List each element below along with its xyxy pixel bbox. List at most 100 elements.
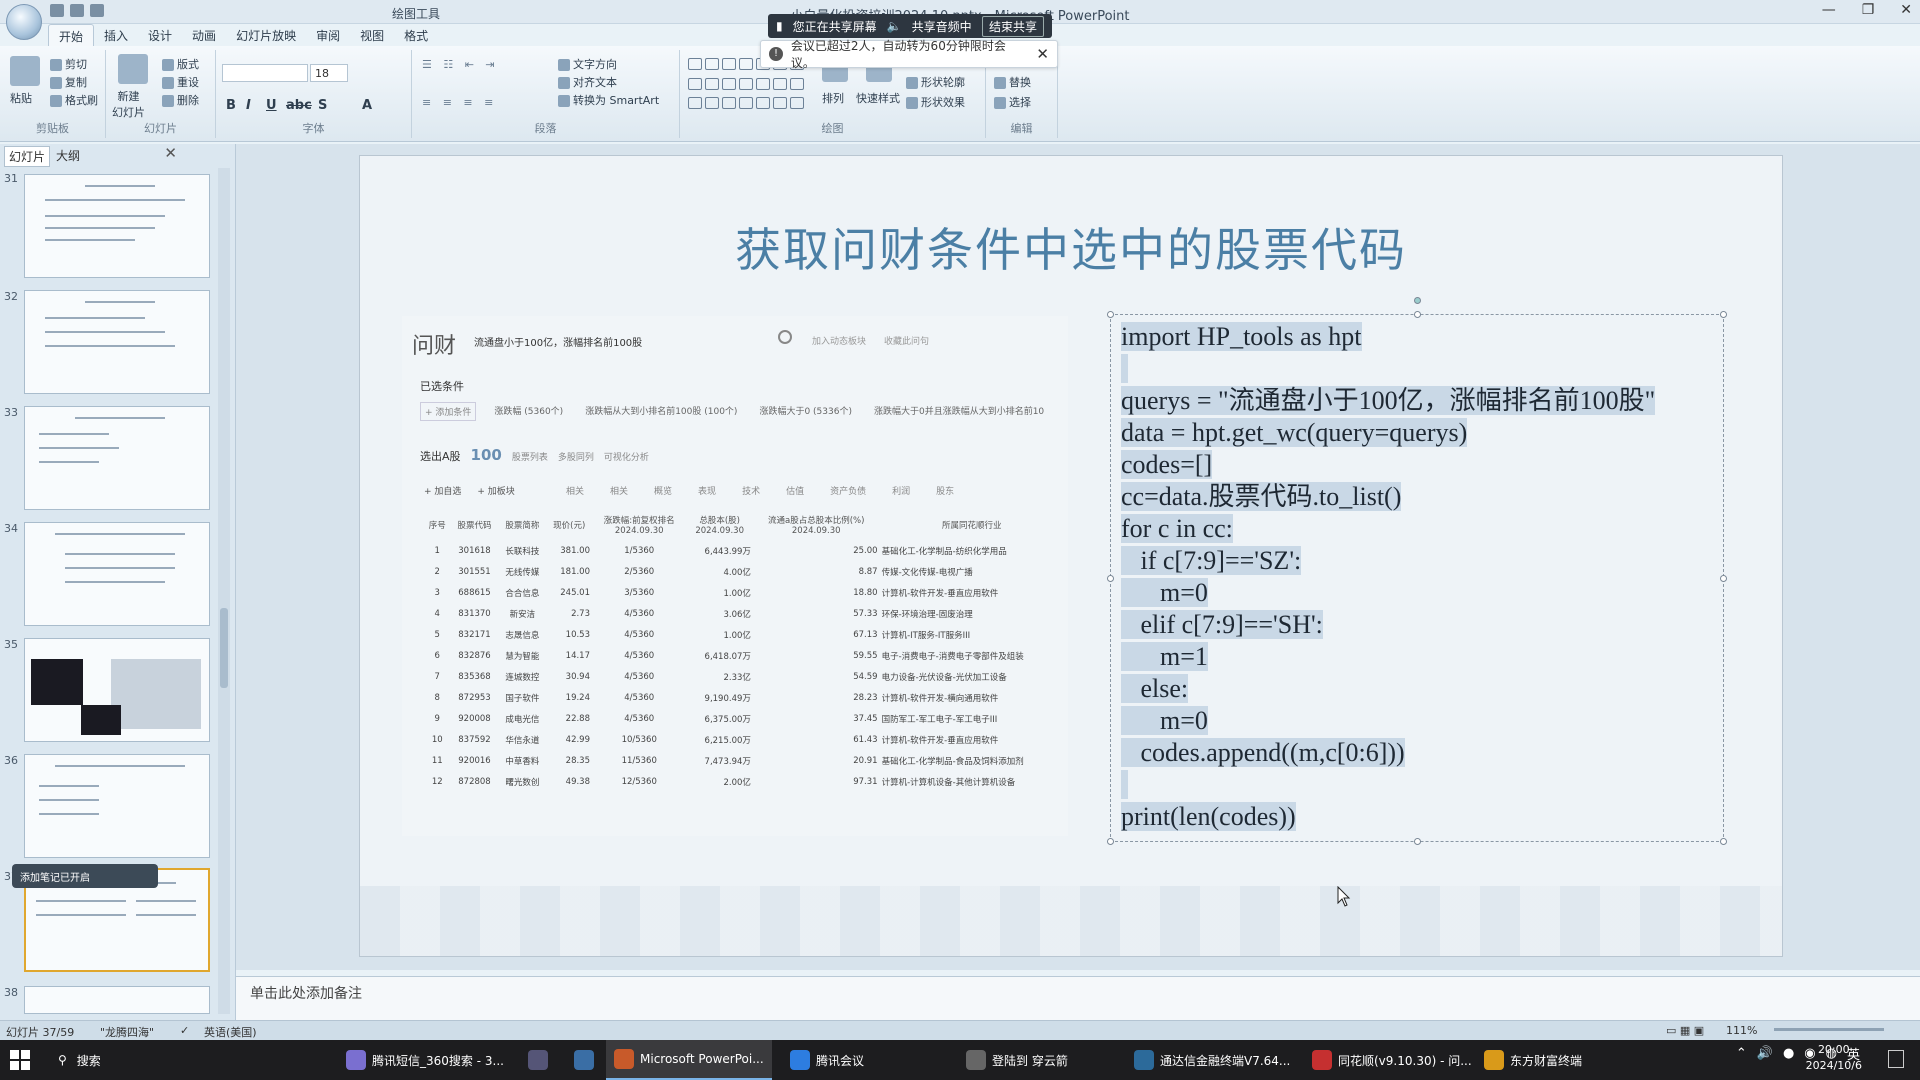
- slide-thumbnail-35[interactable]: [24, 638, 210, 742]
- language-indicator[interactable]: 英语(美国): [204, 1024, 257, 1040]
- screen-share-banner: ▮ 您正在共享屏幕 🔈 共享音频中 结束共享: [768, 14, 1052, 38]
- taskbar-item[interactable]: 东方财富终端: [1476, 1040, 1590, 1080]
- resize-handle[interactable]: [1107, 575, 1114, 582]
- slide-thumbnail-38[interactable]: [24, 986, 210, 1014]
- shape-outline-button[interactable]: 形状轮廓: [906, 74, 965, 90]
- code-line: if c[7:9]=='SZ':: [1121, 545, 1655, 577]
- copy-button[interactable]: 复制: [50, 74, 87, 90]
- strikethrough-button[interactable]: abc: [286, 98, 312, 113]
- format-painter-button[interactable]: 格式刷: [50, 92, 98, 108]
- font-size-field[interactable]: 18: [310, 64, 348, 82]
- slide-thumbnail-34[interactable]: [24, 522, 210, 626]
- taskbar-item[interactable]: 登陆到 穿云箭: [958, 1040, 1076, 1080]
- wencai-link: 收藏此问句: [884, 337, 930, 347]
- close-button[interactable]: ✕: [1900, 2, 1912, 18]
- end-share-button[interactable]: 结束共享: [981, 15, 1044, 37]
- tab-insert[interactable]: 插入: [94, 24, 138, 46]
- resize-handle[interactable]: [1720, 575, 1727, 582]
- text-direction-button[interactable]: 文字方向: [558, 56, 617, 72]
- tab-view[interactable]: 视图: [350, 24, 394, 46]
- font-name-field[interactable]: [222, 64, 308, 82]
- paste-icon[interactable]: [10, 56, 40, 86]
- shape-effects-button[interactable]: 形状效果: [906, 94, 965, 110]
- eastmoney-icon: [1484, 1050, 1504, 1070]
- slide-thumbnail-32[interactable]: [24, 290, 210, 394]
- align-buttons[interactable]: ≡ ≡ ≡ ≡: [422, 96, 497, 109]
- delete-slide-button[interactable]: 删除: [162, 92, 199, 108]
- floating-note-bar[interactable]: 添加笔记已开启: [12, 864, 158, 888]
- zoom-level[interactable]: 111%: [1726, 1024, 1757, 1037]
- smartart-button[interactable]: 转换为 SmartArt: [558, 92, 659, 108]
- code-text[interactable]: import HP_tools as hpt querys = "流通盘小于10…: [1121, 321, 1656, 833]
- tab-design[interactable]: 设计: [138, 24, 182, 46]
- taskbar-item[interactable]: 腾讯会议: [782, 1040, 872, 1080]
- close-notice-icon[interactable]: ✕: [1036, 45, 1049, 63]
- tab-animation[interactable]: 动画: [182, 24, 226, 46]
- minimize-button[interactable]: —: [1822, 2, 1836, 18]
- taskbar-item[interactable]: 腾讯短信_360搜索 - 3...: [338, 1040, 512, 1080]
- taskbar-item[interactable]: [520, 1040, 556, 1080]
- table-cell: 1/5360: [624, 545, 655, 556]
- rotate-handle[interactable]: [1414, 297, 1421, 304]
- new-slide-icon[interactable]: [118, 54, 148, 84]
- list-buttons[interactable]: ☰ ☷ ⇤ ⇥: [422, 58, 499, 71]
- tab-review[interactable]: 审阅: [306, 24, 350, 46]
- windows-start-icon[interactable]: [10, 1050, 30, 1070]
- notification-icon[interactable]: [1888, 1050, 1904, 1068]
- reset-button[interactable]: 重设: [162, 74, 199, 90]
- slide-thumbnail-33[interactable]: [24, 406, 210, 510]
- taskbar-item[interactable]: 同花顺(v9.10.30) - 问...: [1304, 1040, 1480, 1080]
- slide-canvas[interactable]: 获取问财条件中选中的股票代码 问财 流通盘小于100亿，涨幅排名前100股 加入…: [360, 156, 1782, 956]
- mic-icon[interactable]: ●: [1783, 1046, 1794, 1061]
- taskbar-search[interactable]: ⚲ 搜索: [48, 1040, 248, 1080]
- volume-icon[interactable]: 🔊: [1757, 1046, 1773, 1061]
- tab-slideshow[interactable]: 幻灯片放映: [226, 24, 306, 46]
- shadow-button[interactable]: S: [318, 98, 327, 113]
- cut-button[interactable]: 剪切: [50, 56, 87, 72]
- slide-thumbnail-31[interactable]: [24, 174, 210, 278]
- code-textbox[interactable]: import HP_tools as hpt querys = "流通盘小于10…: [1107, 297, 1727, 845]
- bold-button[interactable]: B: [226, 98, 236, 113]
- taskbar-item[interactable]: [566, 1040, 602, 1080]
- quick-styles-button[interactable]: 快速样式: [856, 90, 900, 106]
- resize-handle[interactable]: [1720, 838, 1727, 845]
- tab-slides[interactable]: 幻灯片: [4, 146, 51, 167]
- zoom-slider[interactable]: [1774, 1028, 1884, 1031]
- italic-button[interactable]: I: [246, 98, 251, 113]
- chevron-up-icon[interactable]: ⌃: [1736, 1046, 1747, 1061]
- new-slide-button[interactable]: 新建 幻灯片: [112, 88, 145, 120]
- panel-close-icon[interactable]: ✕: [164, 144, 177, 162]
- add-block-text: + 加板块: [477, 487, 515, 497]
- layout-button[interactable]: 版式: [162, 56, 199, 72]
- panel-scrollbar[interactable]: [218, 168, 230, 1014]
- table-row: 1 301618 长联科技 381.00 1/5360 6,443.99万 25.00 基础化…: [424, 540, 1064, 561]
- arrange-button[interactable]: 排列: [822, 90, 844, 106]
- slide-title[interactable]: 获取问财条件中选中的股票代码: [360, 214, 1782, 280]
- notes-placeholder[interactable]: 单击此处添加备注: [250, 983, 362, 1003]
- view-buttons[interactable]: ▭ ▦ ▣: [1666, 1024, 1704, 1037]
- spellcheck-icon[interactable]: ✓: [180, 1024, 189, 1037]
- align-text-button[interactable]: 对齐文本: [558, 74, 617, 90]
- table-cell: 42.99: [565, 734, 590, 745]
- notes-pane[interactable]: 单击此处添加备注: [236, 976, 1920, 1020]
- resize-handle[interactable]: [1107, 311, 1114, 318]
- taskbar-item[interactable]: Microsoft PowerPoi...: [606, 1040, 772, 1080]
- select-button[interactable]: 选择: [994, 94, 1031, 110]
- taskbar-item[interactable]: 通达信金融终端V7.64...: [1126, 1040, 1298, 1080]
- panel-scroll-thumb[interactable]: [220, 608, 228, 688]
- restore-button[interactable]: ❐: [1862, 2, 1875, 18]
- tab-format[interactable]: 格式: [394, 24, 438, 46]
- resize-handle[interactable]: [1414, 311, 1421, 318]
- paste-button[interactable]: 粘贴: [10, 90, 32, 106]
- font-color-button[interactable]: A: [362, 98, 372, 113]
- clock[interactable]: 20:00 2024/10/6: [1806, 1042, 1862, 1074]
- tab-outline[interactable]: 大纲: [52, 146, 84, 167]
- replace-button[interactable]: 替换: [994, 74, 1031, 90]
- tab-home[interactable]: 开始: [48, 24, 95, 46]
- wencai-screenshot[interactable]: 问财 流通盘小于100亿，涨幅排名前100股 加入动态板块 收藏此问句 已选条件…: [402, 316, 1068, 836]
- resize-handle[interactable]: [1107, 838, 1114, 845]
- resize-handle[interactable]: [1720, 311, 1727, 318]
- slide-thumbnail-36[interactable]: [24, 754, 210, 858]
- resize-handle[interactable]: [1414, 838, 1421, 845]
- underline-button[interactable]: U: [266, 98, 277, 113]
